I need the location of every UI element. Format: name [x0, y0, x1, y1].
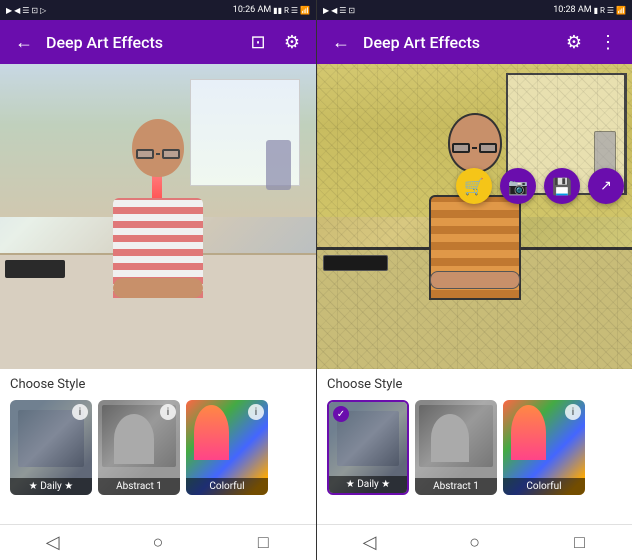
- abstract-label-left: Abstract 1: [98, 478, 180, 495]
- style-abstract-right[interactable]: Abstract 1: [415, 400, 497, 495]
- daily-label-right: ★ Daily ★: [329, 476, 407, 493]
- choose-style-label-right: Choose Style: [327, 377, 622, 392]
- status-bar-right: ▶ ◀ ☰ ⊡ 10:28 AM ▮ R ☰ 📶: [317, 0, 632, 20]
- styles-row-right: ✓ ★ Daily ★ Abstract 1 i Colorful: [327, 400, 622, 495]
- status-bar-left-icons: ▶ ◀ ☰ ⊡ ▷: [6, 6, 46, 15]
- art-photo: [317, 64, 632, 369]
- bottom-section-left: Choose Style i ★ Daily ★ i Abstract 1: [0, 369, 316, 524]
- more-icon-right[interactable]: ⋮: [596, 30, 620, 54]
- back-button-right[interactable]: ←: [329, 30, 353, 54]
- app-bar-right: ← Deep Art Effects ⚙ ⋮: [317, 20, 632, 64]
- daily-label-left: ★ Daily ★: [10, 478, 92, 495]
- battery-icon-right: ▮ R ☰ 📶: [594, 6, 626, 15]
- status-time-right: 10:28 AM ▮ R ☰ 📶: [553, 5, 626, 15]
- nav-bar-left: ◁ ○ □: [0, 524, 316, 560]
- home-nav-left[interactable]: ○: [138, 528, 178, 558]
- abstract-label-right: Abstract 1: [415, 478, 497, 495]
- back-nav-right[interactable]: ◁: [350, 528, 390, 558]
- status-time-left: 10:26 AM ▮▮ R ☰ 📶: [233, 5, 310, 15]
- nav-bar-right: ◁ ○ □: [317, 524, 632, 560]
- app-bar-left: ← Deep Art Effects ⊡ ⚙: [0, 20, 316, 64]
- bottom-section-right: Choose Style ✓ ★ Daily ★ Abstract 1: [317, 369, 632, 524]
- image-area-right: 🛒 📷 💾 ↗: [317, 64, 632, 369]
- styles-row-left: i ★ Daily ★ i Abstract 1 i Colorful: [10, 400, 306, 495]
- colorful-info-btn[interactable]: i: [248, 404, 264, 420]
- style-daily-right[interactable]: ✓ ★ Daily ★: [327, 400, 409, 495]
- app-title-right: Deep Art Effects: [363, 33, 552, 52]
- back-nav-left[interactable]: ◁: [33, 528, 73, 558]
- choose-style-label-left: Choose Style: [10, 377, 306, 392]
- recents-nav-right[interactable]: □: [560, 528, 600, 558]
- daily-check-mark: ✓: [333, 406, 349, 422]
- right-panel: ▶ ◀ ☰ ⊡ 10:28 AM ▮ R ☰ 📶 ← Deep Art Effe…: [316, 0, 632, 560]
- settings-icon-left[interactable]: ⚙: [280, 30, 304, 54]
- abstract-info-btn[interactable]: i: [160, 404, 176, 420]
- daily-info-btn[interactable]: i: [72, 404, 88, 420]
- home-nav-right[interactable]: ○: [455, 528, 495, 558]
- app-title-left: Deep Art Effects: [46, 33, 236, 52]
- recents-nav-left[interactable]: □: [243, 528, 283, 558]
- status-bar-left: ▶ ◀ ☰ ⊡ ▷ 10:26 AM ▮▮ R ☰ 📶: [0, 0, 316, 20]
- original-photo: [0, 64, 316, 369]
- keyboard-left: [5, 260, 65, 278]
- cart-fab-button[interactable]: 🛒: [456, 168, 492, 204]
- back-button-left[interactable]: ←: [12, 30, 36, 54]
- status-icons-right: ▶ ◀ ☰ ⊡: [323, 6, 355, 15]
- colorful-label-right: Colorful: [503, 478, 585, 495]
- left-panel: ▶ ◀ ☰ ⊡ ▷ 10:26 AM ▮▮ R ☰ 📶 ← Deep Art E…: [0, 0, 316, 560]
- style-abstract-left[interactable]: i Abstract 1: [98, 400, 180, 495]
- crop-icon[interactable]: ⊡: [246, 30, 270, 54]
- notification-icons: ▶ ◀ ☰ ⊡ ▷: [6, 6, 46, 15]
- colorful-info-btn-right[interactable]: i: [565, 404, 581, 420]
- notification-icons-right: ▶ ◀ ☰ ⊡: [323, 6, 355, 15]
- colorful-label-left: Colorful: [186, 478, 268, 495]
- save-fab-button[interactable]: 💾: [544, 168, 580, 204]
- instagram-fab-button[interactable]: 📷: [500, 168, 536, 204]
- fab-container: 🛒 📷 💾 ↗: [456, 168, 624, 204]
- style-daily-left[interactable]: i ★ Daily ★: [10, 400, 92, 495]
- battery-icon: ▮▮ R ☰ 📶: [273, 6, 310, 15]
- settings-icon-right[interactable]: ⚙: [562, 30, 586, 54]
- style-colorful-right[interactable]: i Colorful: [503, 400, 585, 495]
- image-area-left: [0, 64, 316, 369]
- share-fab-button[interactable]: ↗: [588, 168, 624, 204]
- style-colorful-left[interactable]: i Colorful: [186, 400, 268, 495]
